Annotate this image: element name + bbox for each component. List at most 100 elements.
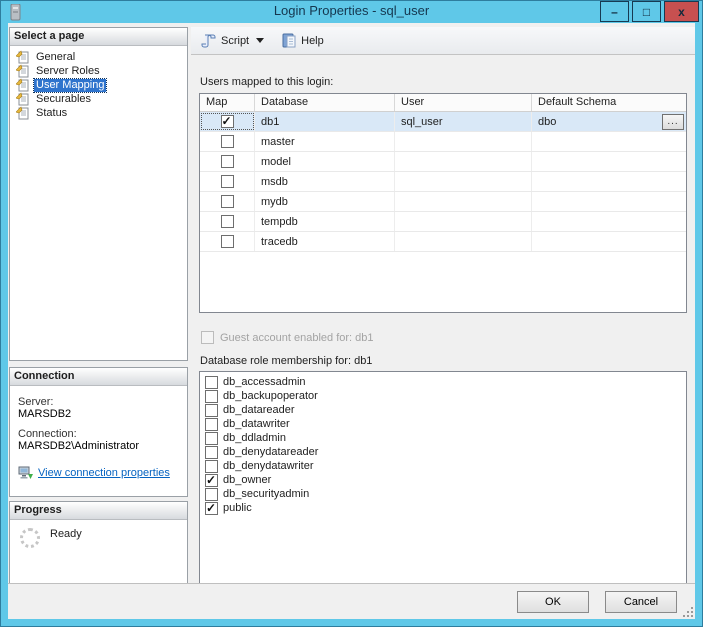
role-list-item[interactable]: db_datareader: [200, 403, 686, 417]
toolbar: Script Help: [191, 27, 695, 55]
role-checkbox[interactable]: [205, 445, 218, 459]
maximize-button[interactable]: □: [632, 1, 661, 22]
role-list-item[interactable]: db_denydatawriter: [200, 459, 686, 473]
role-checkbox[interactable]: [205, 403, 218, 417]
server-value: MARSDB2: [18, 408, 72, 420]
footer: OK Cancel: [8, 583, 695, 619]
role-label: db_denydatawriter: [223, 460, 314, 472]
default-schema-cell: [532, 212, 686, 231]
role-list-item[interactable]: db_owner: [200, 473, 686, 487]
user-cell: [395, 152, 532, 171]
minimize-button[interactable]: –: [600, 1, 629, 22]
connection-label: Connection:: [18, 428, 77, 440]
role-label: public: [223, 502, 252, 514]
user-cell: [395, 192, 532, 211]
table-row[interactable]: model: [200, 152, 686, 172]
connection-properties-icon: [18, 466, 33, 480]
map-checkbox[interactable]: [220, 155, 234, 168]
map-cell: [200, 192, 255, 211]
cancel-button[interactable]: Cancel: [605, 590, 677, 613]
script-button[interactable]: Script: [197, 31, 268, 50]
role-checkbox[interactable]: [205, 431, 218, 445]
main-panel: Script Help Users mapped to this login: …: [191, 23, 695, 584]
role-label: db_securityadmin: [223, 488, 310, 500]
role-label: db_datareader: [223, 404, 295, 416]
help-button[interactable]: Help: [278, 31, 328, 50]
sidebar-page-item-label: Securables: [36, 92, 92, 105]
login-properties-dialog: Login Properties - sql_user – □ x Select…: [0, 0, 703, 627]
connection-header: Connection: [10, 368, 187, 386]
map-checkbox[interactable]: [220, 235, 234, 248]
titlebar: Login Properties - sql_user – □ x: [1, 1, 702, 23]
role-list-item[interactable]: db_denydatareader: [200, 445, 686, 459]
role-list-item[interactable]: public: [200, 501, 686, 515]
role-list-item[interactable]: db_datawriter: [200, 417, 686, 431]
map-checkbox[interactable]: [220, 135, 234, 148]
default-schema-cell: [532, 152, 686, 171]
map-checkbox[interactable]: [220, 195, 234, 208]
role-label: db_owner: [223, 474, 272, 486]
sidebar-page-item-label: Server Roles: [36, 64, 100, 77]
progress-header: Progress: [10, 502, 187, 520]
map-checkbox[interactable]: [220, 175, 234, 188]
table-row[interactable]: mydb: [200, 192, 686, 212]
database-cell: mydb: [255, 192, 395, 211]
script-icon: [201, 33, 217, 48]
progress-body: Ready: [10, 520, 187, 556]
role-checkbox[interactable]: [205, 501, 218, 515]
database-cell: msdb: [255, 172, 395, 191]
database-cell: model: [255, 152, 395, 171]
role-label: db_ddladmin: [223, 432, 286, 444]
database-cell: tempdb: [255, 212, 395, 231]
column-header-map: Map: [200, 94, 255, 111]
sidebar-page-item[interactable]: General: [12, 50, 185, 64]
browse-schema-button[interactable]: ...: [662, 113, 684, 130]
default-schema-cell: [532, 132, 686, 151]
guest-account-label: Guest account enabled for: db1: [220, 331, 374, 344]
ok-button[interactable]: OK: [517, 590, 589, 613]
role-list-item[interactable]: db_backupoperator: [200, 389, 686, 403]
resize-grip[interactable]: [681, 605, 693, 617]
role-list-item[interactable]: db_accessadmin: [200, 375, 686, 389]
users-mapped-label: Users mapped to this login:: [200, 76, 334, 88]
view-connection-properties-link[interactable]: View connection properties: [38, 467, 170, 479]
database-cell: db1: [255, 112, 395, 131]
table-body: db1 sql_user dbo ... master model: [200, 112, 686, 252]
table-row[interactable]: tempdb: [200, 212, 686, 232]
role-checkbox[interactable]: [205, 459, 218, 473]
connection-pane: Connection Server: MARSDB2 Connection: M…: [9, 367, 188, 497]
map-checkbox[interactable]: [220, 114, 234, 128]
role-checkbox[interactable]: [205, 389, 218, 403]
sidebar-page-item-label: Status: [36, 106, 68, 119]
role-checkbox[interactable]: [205, 487, 218, 501]
user-cell: [395, 232, 532, 251]
sidebar-page-item[interactable]: Status: [12, 106, 185, 120]
table-row[interactable]: db1 sql_user dbo ...: [200, 112, 686, 132]
default-schema-cell: [532, 192, 686, 211]
table-row[interactable]: msdb: [200, 172, 686, 192]
role-checkbox[interactable]: [205, 417, 218, 431]
page-icon: [16, 64, 30, 78]
map-cell: [200, 152, 255, 171]
role-checkbox[interactable]: [205, 375, 218, 389]
window-title: Login Properties - sql_user: [273, 3, 430, 18]
sidebar-page-item[interactable]: Server Roles: [12, 64, 185, 78]
dialog-content: Select a page General Server Roles User …: [8, 23, 695, 619]
role-list-item[interactable]: db_securityadmin: [200, 487, 686, 501]
close-button[interactable]: x: [664, 1, 699, 22]
role-checkbox[interactable]: [205, 473, 218, 487]
page-icon: [16, 78, 30, 92]
guest-account-checkbox: [201, 331, 214, 344]
server-label: Server:: [18, 396, 54, 408]
page-icon: [16, 92, 30, 106]
progress-pane: Progress Ready: [9, 501, 188, 584]
window-controls: – □ x: [600, 1, 699, 22]
map-checkbox[interactable]: [220, 215, 234, 228]
table-row[interactable]: tracedb: [200, 232, 686, 252]
sidebar-page-item[interactable]: Securables: [12, 92, 185, 106]
table-row[interactable]: master: [200, 132, 686, 152]
sidebar-page-item[interactable]: User Mapping: [12, 77, 185, 93]
role-list-item[interactable]: db_ddladmin: [200, 431, 686, 445]
column-header-user: User: [395, 94, 532, 111]
default-schema-value: dbo: [538, 115, 557, 128]
